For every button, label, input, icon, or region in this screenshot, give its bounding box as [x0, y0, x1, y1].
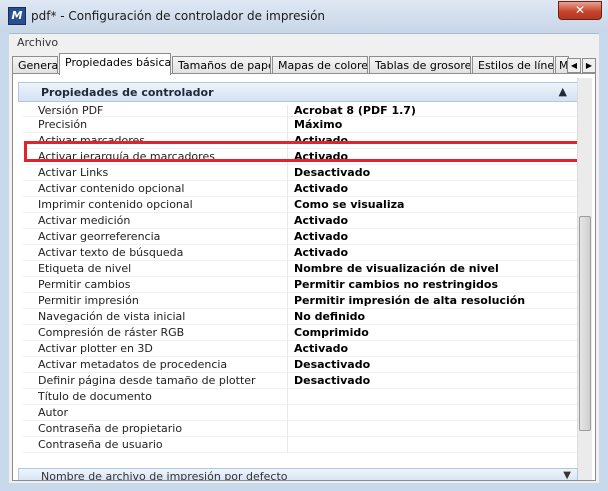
tab-general[interactable]: General [12, 56, 58, 74]
tab-mapas-de-colores[interactable]: Mapas de colores [272, 56, 368, 74]
property-key: Permitir cambios [23, 277, 288, 293]
property-key: Compresión de ráster RGB [23, 325, 288, 341]
property-key: Activar metadatos de procedencia [23, 357, 288, 373]
property-key: Activar marcadores [23, 133, 288, 149]
tab-strip: General Propiedades básicas Tamaños de p… [12, 53, 599, 75]
window-title: pdf* - Configuración de controlador de i… [31, 9, 326, 23]
section-default-print-filename-header[interactable]: Nombre de archivo de impresión por defec… [18, 468, 578, 481]
property-row[interactable]: Activar texto de búsqueda Activado [23, 245, 578, 261]
property-value[interactable]: Activado [288, 213, 578, 229]
property-key: Activar plotter en 3D [23, 341, 288, 357]
property-row[interactable]: Activar plotter en 3D Activado [23, 341, 578, 357]
property-key: Navegación de vista inicial [23, 309, 288, 325]
property-value[interactable] [288, 437, 578, 453]
property-row[interactable]: Permitir cambios Permitir cambios no rest… [23, 277, 578, 293]
property-row[interactable]: Activar Links Desactivado [23, 165, 578, 181]
tab-scroll-right-icon[interactable]: ▶ [582, 58, 596, 73]
property-key: Activar medición [23, 213, 288, 229]
property-row[interactable]: Activar jerarquía de marcadores Activado [23, 149, 578, 165]
tab-scroll-buttons: ◀ ▶ [567, 58, 597, 74]
property-value[interactable] [288, 389, 578, 405]
menu-bar: Archivo [9, 33, 599, 51]
property-key: Contraseña de propietario [23, 421, 288, 437]
section-driver-properties-header[interactable]: Propiedades de controlador ▲ [18, 82, 578, 102]
collapse-chevron-up-icon[interactable]: ▲ [559, 85, 567, 98]
expand-chevron-down-icon[interactable]: ▼ [563, 470, 571, 480]
property-value[interactable]: Activado [288, 133, 578, 149]
tab-scroll-left-icon[interactable]: ◀ [567, 58, 581, 73]
tab-propiedades-basicas[interactable]: Propiedades básicas [59, 53, 171, 75]
property-row[interactable]: Activar medición Activado [23, 213, 578, 229]
property-key: Activar contenido opcional [23, 181, 288, 197]
app-logo-icon: M [8, 7, 26, 25]
property-row[interactable]: Activar contenido opcional Activado [23, 181, 578, 197]
property-key: Precisión [23, 117, 288, 133]
property-row[interactable]: Permitir impresión Permitir impresión de … [23, 293, 578, 309]
property-key: Activar jerarquía de marcadores [23, 149, 288, 165]
property-value[interactable]: Como se visualiza [288, 197, 578, 213]
property-row[interactable]: Activar georreferencia Activado [23, 229, 578, 245]
property-value[interactable]: Activado [288, 149, 578, 165]
property-grid: Versión PDF Acrobat 8 (PDF 1.7) Precisión… [23, 105, 578, 453]
property-value[interactable]: Comprimido [288, 325, 578, 341]
property-row[interactable]: Contraseña de propietario [23, 421, 578, 437]
menu-archivo[interactable]: Archivo [17, 36, 58, 49]
property-row[interactable]: Título de documento [23, 389, 578, 405]
property-row[interactable]: Activar marcadores Activado [23, 133, 578, 149]
scrollbar-thumb[interactable] [579, 216, 591, 431]
property-value[interactable]: Desactivado [288, 373, 578, 389]
property-value[interactable]: Nombre de visualización de nivel [288, 261, 578, 277]
tab-tablas-de-grosores[interactable]: Tablas de grosores [369, 56, 471, 74]
properties-panel: Propiedades de controlador ▲ Versión PDF… [12, 73, 596, 481]
property-value[interactable]: Permitir impresión de alta resolución [288, 293, 578, 309]
close-button[interactable]: ✕ [558, 1, 602, 20]
property-value[interactable]: Activado [288, 245, 578, 261]
property-value[interactable] [288, 421, 578, 437]
property-value[interactable]: Activado [288, 181, 578, 197]
title-bar[interactable]: M pdf* - Configuración de controlador de… [0, 0, 608, 32]
property-row[interactable]: Compresión de ráster RGB Comprimido [23, 325, 578, 341]
property-row[interactable]: Imprimir contenido opcional Como se visua… [23, 197, 578, 213]
property-key: Imprimir contenido opcional [23, 197, 288, 213]
printer-driver-config-window: M pdf* - Configuración de controlador de… [0, 0, 608, 491]
property-value[interactable] [288, 405, 578, 421]
property-row[interactable]: Activar metadatos de procedencia Desactiv… [23, 357, 578, 373]
property-row[interactable]: Precisión Máximo [23, 117, 578, 133]
property-row[interactable]: Autor [23, 405, 578, 421]
property-value[interactable]: Activado [288, 229, 578, 245]
property-row[interactable]: Versión PDF Acrobat 8 (PDF 1.7) [23, 105, 578, 117]
tab-tamanos-de-papel[interactable]: Tamaños de papel [172, 56, 271, 74]
property-value[interactable]: No definido [288, 309, 578, 325]
property-row[interactable]: Definir página desde tamaño de plotter De… [23, 373, 578, 389]
property-key: Contraseña de usuario [23, 437, 288, 453]
property-key: Autor [23, 405, 288, 421]
property-value[interactable]: Desactivado [288, 165, 578, 181]
section-title: Propiedades de controlador [41, 86, 214, 99]
property-row[interactable]: Contraseña de usuario [23, 437, 578, 453]
property-value[interactable]: Desactivado [288, 357, 578, 373]
property-key: Título de documento [23, 389, 288, 405]
property-row[interactable]: Etiqueta de nivel Nombre de visualización… [23, 261, 578, 277]
property-key: Activar georreferencia [23, 229, 288, 245]
property-key: Versión PDF [23, 105, 288, 117]
dialog-client: General Propiedades básicas Tamaños de p… [9, 51, 599, 483]
property-row[interactable]: Navegación de vista inicial No definido [23, 309, 578, 325]
property-value[interactable]: Activado [288, 341, 578, 357]
property-key: Permitir impresión [23, 293, 288, 309]
section2-title: Nombre de archivo de impresión por defec… [41, 470, 288, 481]
property-value[interactable]: Permitir cambios no restringidos [288, 277, 578, 293]
property-key: Activar texto de búsqueda [23, 245, 288, 261]
property-key: Activar Links [23, 165, 288, 181]
property-key: Definir página desde tamaño de plotter [23, 373, 288, 389]
tab-estilos-de-linea[interactable]: Estilos de línea [472, 56, 554, 74]
property-value[interactable]: Acrobat 8 (PDF 1.7) [288, 105, 578, 117]
property-value[interactable]: Máximo [288, 117, 578, 133]
property-key: Etiqueta de nivel [23, 261, 288, 277]
vertical-scrollbar[interactable] [577, 78, 592, 480]
